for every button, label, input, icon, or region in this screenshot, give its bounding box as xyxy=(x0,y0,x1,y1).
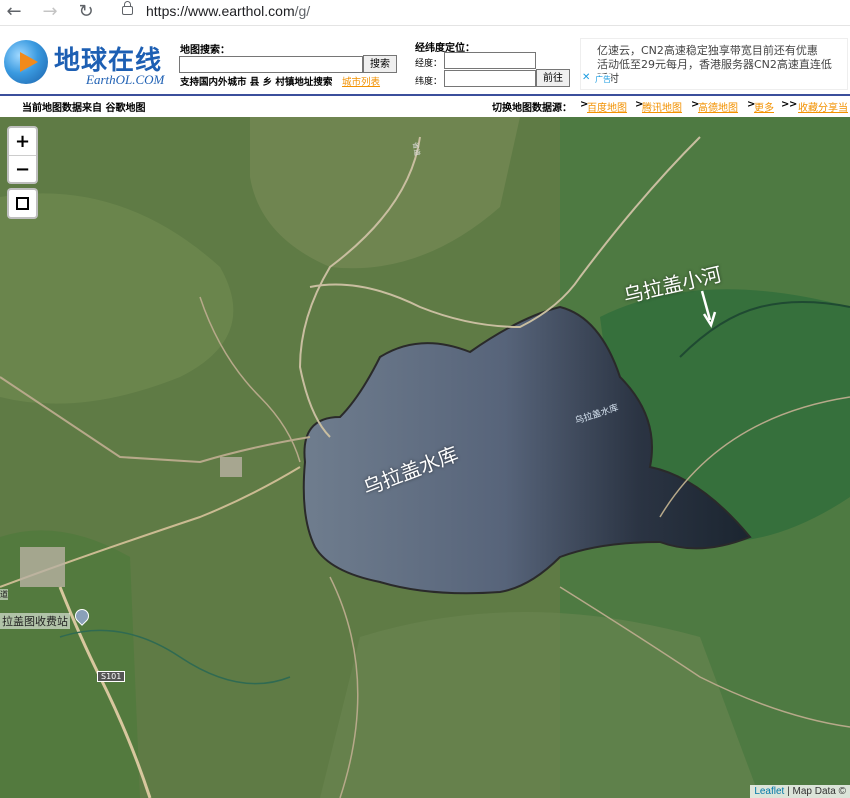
town-area xyxy=(220,457,242,477)
switch-source-label: 切换地图数据源： xyxy=(492,103,572,114)
map-source-text: 当前地图数据来自 谷歌地图 xyxy=(22,103,146,114)
fullscreen-button[interactable] xyxy=(7,188,38,219)
latitude-input[interactable] xyxy=(444,70,536,87)
ad-tag: 广告 xyxy=(595,74,611,85)
info-bar: 当前地图数据来自 谷歌地图 切换地图数据源： > 百度地图 > 腾讯地图 > 高… xyxy=(0,96,850,116)
reload-button[interactable]: ↻ xyxy=(74,0,98,25)
zoom-out-button[interactable]: − xyxy=(9,156,36,183)
lock-icon xyxy=(122,1,133,15)
leaflet-link[interactable]: Leaflet xyxy=(754,786,784,797)
ad-close-icon[interactable]: ✕ xyxy=(582,72,590,83)
ad-text-line2: 活动低至29元每月，香港服务器CN2高速直连低 xyxy=(597,58,832,71)
city-list-link[interactable]: 城市列表 xyxy=(342,74,380,88)
logo-subtitle: EarthOL.COM xyxy=(86,72,165,87)
longitude-input[interactable] xyxy=(444,52,536,69)
site-header: 地球在线 EarthOL.COM 地图搜索： 搜索 支持国内外城市 县 乡 村镇… xyxy=(0,26,850,96)
zoom-control: + − xyxy=(7,126,38,184)
terrain-patch xyxy=(320,612,760,798)
longitude-label: 经度： xyxy=(415,59,443,69)
address-bar[interactable]: https://www.earthol.com/g/ xyxy=(146,3,310,19)
search-input[interactable] xyxy=(179,56,363,73)
link-tencent-map[interactable]: 腾讯地图 xyxy=(642,99,682,114)
link-baidu-map[interactable]: 百度地图 xyxy=(587,99,627,114)
latitude-label: 纬度： xyxy=(415,77,443,87)
road-shield-s101: S101 xyxy=(97,671,126,682)
url-path: /g/ xyxy=(294,3,311,19)
logo-arrow-icon xyxy=(20,52,38,72)
go-button[interactable]: 前往 xyxy=(536,69,570,87)
back-button[interactable]: ← xyxy=(2,0,26,25)
road-label: 道 xyxy=(0,589,8,600)
link-more[interactable]: 更多 xyxy=(754,99,774,114)
link-amap[interactable]: 高德地图 xyxy=(698,99,738,114)
map-data-text: | Map Data © xyxy=(784,786,846,797)
search-button[interactable]: 搜索 xyxy=(363,55,397,73)
town-area xyxy=(20,547,65,587)
map-attribution: Leaflet | Map Data © xyxy=(750,785,850,798)
search-label: 地图搜索： xyxy=(180,45,230,56)
ad-banner[interactable]: 亿速云，CN2高速稳定独享带宽目前还有优惠 活动低至29元每月，香港服务器CN2… xyxy=(580,38,848,90)
toll-station-label: 拉盖图收费站 xyxy=(0,613,70,629)
zoom-in-button[interactable]: + xyxy=(9,128,36,156)
search-hint: 支持国内外城市 县 乡 村镇地址搜索 xyxy=(180,77,333,88)
link-bookmark-share[interactable]: 收藏分享当 xyxy=(798,99,848,114)
url-host: https://www.earthol.com xyxy=(146,3,295,19)
map-view[interactable]: 乌拉盖水库 乌拉盖小河 乌拉盖水库 拉盖图收费站 S101 道 省道 + − L… xyxy=(0,117,850,798)
separator: > xyxy=(789,99,798,110)
forward-button[interactable]: → xyxy=(38,0,62,25)
browser-bar: ← → ↻ https://www.earthol.com/g/ xyxy=(0,0,850,26)
